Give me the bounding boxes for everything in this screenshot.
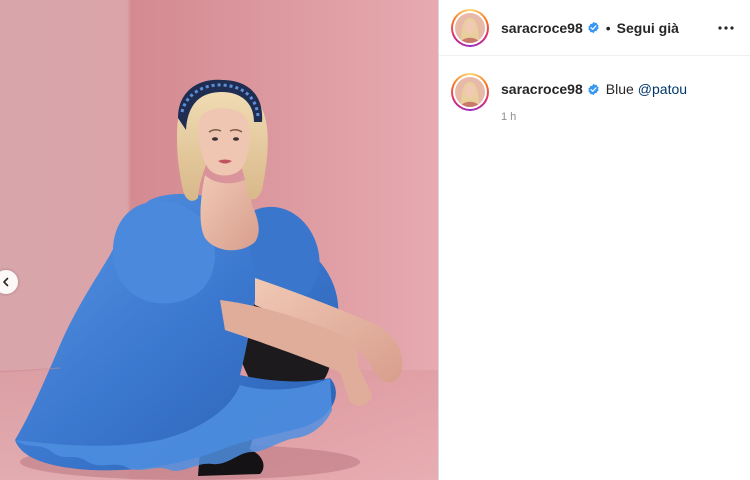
profile-photo-icon (455, 77, 485, 107)
caption-username[interactable]: saracroce98 (501, 81, 583, 97)
post-header: saracroce98 • Segui già (439, 0, 750, 56)
caption: saracroce98 Blue @patou 1 h (439, 56, 750, 123)
avatar-border (453, 75, 487, 109)
verified-badge-icon (587, 83, 600, 96)
profile-photo-icon (455, 12, 485, 43)
post-photo[interactable] (0, 0, 438, 480)
chevron-left-icon (3, 277, 9, 287)
caption-body: saracroce98 Blue @patou 1 h (501, 81, 687, 123)
following-button[interactable]: Segui già (617, 20, 679, 36)
avatar-border (453, 10, 487, 45)
more-horizontal-icon (718, 25, 734, 30)
post-sidebar: saracroce98 • Segui già saracroce98 Blue… (438, 0, 750, 480)
photo-illustration (0, 0, 438, 480)
header-username[interactable]: saracroce98 (501, 20, 583, 36)
post-modal: saracroce98 • Segui già saracroce98 Blue… (0, 0, 750, 480)
caption-avatar[interactable] (451, 73, 489, 111)
mention-link[interactable]: @patou (638, 81, 687, 97)
more-options-button[interactable] (714, 16, 738, 40)
caption-text: Blue (605, 81, 634, 97)
post-timestamp[interactable]: 1 h (501, 111, 687, 123)
caption-line: saracroce98 Blue @patou (501, 81, 687, 97)
avatar[interactable] (451, 8, 489, 47)
verified-badge-icon (587, 21, 600, 34)
separator-dot: • (605, 19, 611, 36)
